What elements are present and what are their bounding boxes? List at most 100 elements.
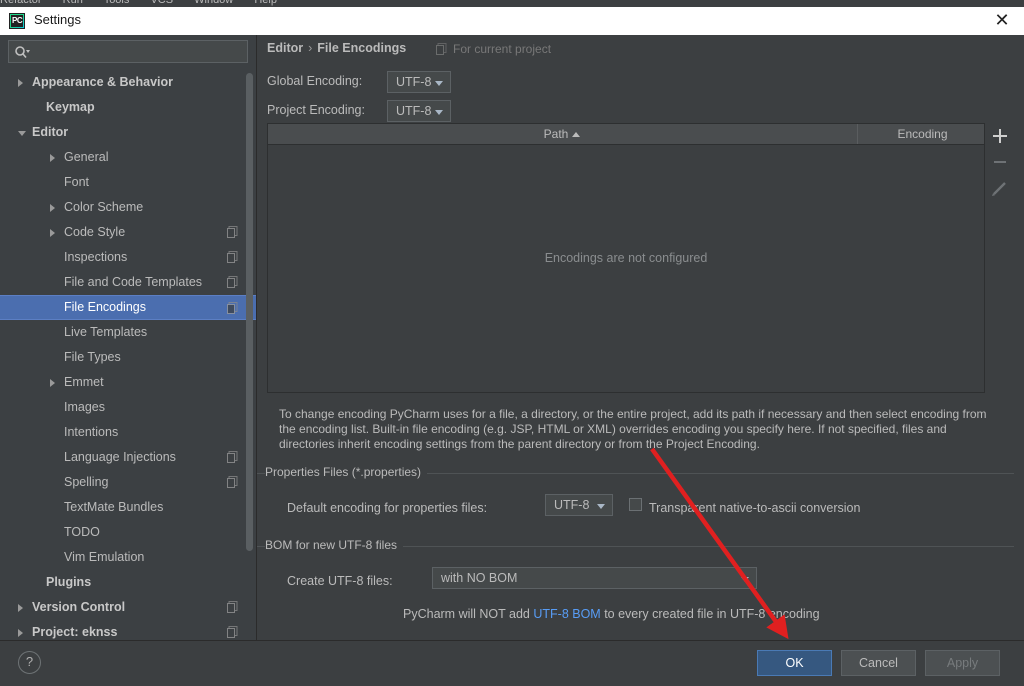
breadcrumb-current: File Encodings [317, 41, 407, 55]
chevron-right-icon[interactable] [18, 604, 23, 612]
sidebar-item-vim-emulation[interactable]: Vim Emulation [0, 545, 256, 570]
chevron-down-icon [597, 504, 605, 509]
encodings-table[interactable]: Encodings are not configured Path Encodi… [267, 123, 985, 393]
search-icon [15, 46, 30, 59]
sidebar-item-spelling[interactable]: Spelling [0, 470, 256, 495]
create-utf8-files-value: with NO BOM [441, 571, 518, 585]
sidebar-item-label: File Encodings [64, 300, 146, 314]
config-scope-icon [227, 276, 238, 288]
pycharm-logo-icon: PC [9, 13, 25, 29]
window-titlebar: PC Settings ✕ [0, 7, 1024, 36]
sidebar-item-textmate-bundles[interactable]: TextMate Bundles [0, 495, 256, 520]
sidebar-item-file-types[interactable]: File Types [0, 345, 256, 370]
sidebar-item-inspections[interactable]: Inspections [0, 245, 256, 270]
sidebar-item-file-encodings[interactable]: File Encodings [0, 295, 256, 320]
sidebar-item-file-and-code-templates[interactable]: File and Code Templates [0, 270, 256, 295]
column-header-path[interactable]: Path [268, 124, 856, 144]
chevron-right-icon[interactable] [50, 229, 55, 237]
default-properties-encoding-label: Default encoding for properties files: [287, 501, 488, 515]
sidebar-item-intentions[interactable]: Intentions [0, 420, 256, 445]
config-scope-icon [227, 601, 238, 613]
chevron-down-icon [435, 81, 443, 86]
config-scope-icon [227, 451, 238, 463]
for-current-project-label: For current project [436, 42, 552, 56]
sidebar-item-label: File and Code Templates [64, 275, 203, 289]
sidebar-item-label: Vim Emulation [64, 550, 145, 564]
remove-button[interactable] [987, 149, 1013, 175]
sidebar-item-label: TODO [64, 525, 100, 539]
sidebar-item-appearance-behavior[interactable]: Appearance & Behavior [0, 70, 256, 95]
apply-button[interactable]: Apply [925, 650, 1000, 676]
breadcrumb-separator: › [308, 41, 313, 55]
sidebar-item-color-scheme[interactable]: Color Scheme [0, 195, 256, 220]
search-box[interactable] [8, 40, 248, 63]
sidebar-item-label: Language Injections [64, 450, 176, 464]
menu-item-tools[interactable]: Tools [104, 0, 130, 6]
close-icon[interactable]: ✕ [990, 10, 1014, 32]
sidebar-scrollbar[interactable] [246, 73, 253, 551]
sidebar-item-label: Intentions [64, 425, 119, 439]
sidebar-item-label: Project: eknss [32, 625, 118, 639]
dialog-body: Appearance & Behavior Keymap Editor General… [0, 35, 1024, 640]
menu-item-refactor[interactable]: Refactor [0, 0, 42, 6]
sidebar-item-images[interactable]: Images [0, 395, 256, 420]
sidebar-item-label: Plugins [46, 575, 92, 589]
cancel-button[interactable]: Cancel [841, 650, 916, 676]
sidebar-item-emmet[interactable]: Emmet [0, 370, 256, 395]
help-button[interactable]: ? [18, 651, 41, 674]
dialog-footer: ? OK Cancel Apply [0, 640, 1024, 686]
chevron-right-icon[interactable] [50, 379, 55, 387]
menu-item-window[interactable]: Window [194, 0, 233, 6]
sidebar-item-label: Editor [32, 125, 69, 139]
settings-dialog: Refactor Run Tools VCS Window Help PC Se… [0, 0, 1024, 686]
add-button[interactable] [987, 123, 1013, 149]
sidebar-item-keymap[interactable]: Keymap [0, 95, 256, 120]
global-encoding-label: Global Encoding: [267, 74, 363, 88]
ide-menubar: Refactor Run Tools VCS Window Help [0, 0, 1024, 7]
encodings-table-empty-message: Encodings are not configured [544, 251, 708, 265]
sidebar-item-label: Live Templates [64, 325, 148, 339]
encodings-description: To change encoding PyCharm uses for a fi… [279, 407, 987, 451]
for-current-project-text: For current project [453, 42, 552, 56]
config-scope-icon [227, 626, 238, 638]
sidebar-item-general[interactable]: General [0, 145, 256, 170]
sidebar-item-font[interactable]: Font [0, 170, 256, 195]
sidebar-item-live-templates[interactable]: Live Templates [0, 320, 256, 345]
sidebar-item-todo[interactable]: TODO [0, 520, 256, 545]
column-header-encoding[interactable]: Encoding [857, 124, 987, 144]
chevron-down-icon[interactable] [18, 131, 26, 136]
create-utf8-files-combo[interactable]: with NO BOM [432, 567, 757, 589]
menu-item-help[interactable]: Help [254, 0, 277, 6]
breadcrumb-parent[interactable]: Editor [267, 41, 303, 55]
transparent-native-to-ascii-checkbox[interactable] [629, 498, 642, 511]
project-encoding-value: UTF-8 [396, 104, 432, 118]
edit-button[interactable] [987, 175, 1013, 201]
breadcrumb: Editor › File Encodings [267, 41, 406, 55]
ok-button[interactable]: OK [757, 650, 832, 676]
global-encoding-combo[interactable]: UTF-8 [387, 71, 451, 93]
search-input[interactable] [35, 43, 245, 63]
bom-hint-suffix: to every created file in UTF-8 encoding [600, 607, 820, 621]
sidebar-item-editor[interactable]: Editor [0, 120, 256, 145]
default-properties-encoding-combo[interactable]: UTF-8 [545, 494, 613, 516]
sidebar-item-project-eknss[interactable]: Project: eknss [0, 620, 256, 640]
sidebar-item-version-control[interactable]: Version Control [0, 595, 256, 620]
chevron-right-icon[interactable] [18, 79, 23, 87]
sidebar-item-language-injections[interactable]: Language Injections [0, 445, 256, 470]
window-title: Settings [34, 12, 81, 27]
chevron-right-icon[interactable] [50, 154, 55, 162]
bom-hint-link[interactable]: UTF-8 BOM [533, 607, 600, 621]
chevron-right-icon[interactable] [18, 629, 23, 637]
sidebar-item-label: Color Scheme [64, 200, 144, 214]
sidebar-item-code-style[interactable]: Code Style [0, 220, 256, 245]
chevron-right-icon[interactable] [50, 204, 55, 212]
sidebar-item-plugins[interactable]: Plugins [0, 570, 256, 595]
menu-item-run[interactable]: Run [63, 0, 83, 6]
chevron-down-icon [435, 110, 443, 115]
menu-item-vcs[interactable]: VCS [150, 0, 173, 6]
global-encoding-value: UTF-8 [396, 75, 432, 89]
sidebar-item-label: General [64, 150, 109, 164]
project-encoding-combo[interactable]: UTF-8 [387, 100, 451, 122]
default-properties-encoding-value: UTF-8 [554, 498, 590, 512]
sidebar-item-label: Inspections [64, 250, 128, 264]
